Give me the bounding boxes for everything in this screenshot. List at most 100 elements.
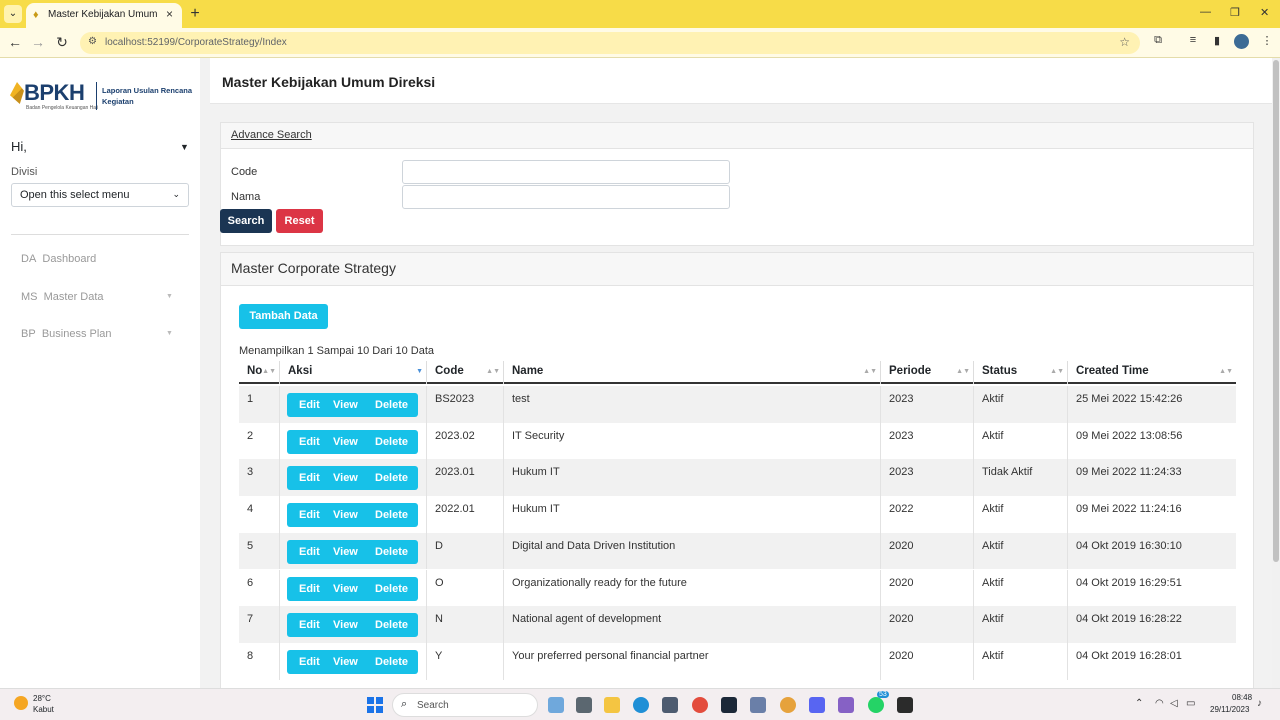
copilot-icon[interactable] xyxy=(548,697,564,713)
sort-icon: ▲▼ xyxy=(486,368,500,375)
edit-button[interactable]: Edit xyxy=(299,540,320,564)
cell-aksi: Edit View Delete xyxy=(280,459,427,497)
reset-button[interactable]: Reset xyxy=(276,209,323,233)
code-input[interactable] xyxy=(402,160,730,184)
edit-button[interactable]: Edit xyxy=(299,430,320,454)
weather-icon[interactable] xyxy=(14,696,28,710)
start-windows-icon[interactable] xyxy=(367,697,383,713)
forward-icon[interactable]: → xyxy=(30,34,46,50)
discord-icon[interactable] xyxy=(809,697,825,713)
cell-code: 2023.02 xyxy=(427,422,504,460)
cell-aksi: Edit View Delete xyxy=(280,422,427,460)
whatsapp-icon[interactable] xyxy=(868,697,884,713)
tray-overflow-icon[interactable]: ⌃ xyxy=(1135,698,1143,709)
media-icon[interactable]: ≡ xyxy=(1186,34,1200,48)
view-button[interactable]: View xyxy=(333,393,358,417)
table-row: 8 Edit View Delete Y Your preferred personal … xyxy=(239,642,1236,680)
delete-button[interactable]: Delete xyxy=(375,503,408,527)
view-button[interactable]: View xyxy=(333,540,358,564)
close-tab-icon[interactable]: × xyxy=(166,7,173,21)
column-label: Periode xyxy=(889,365,932,377)
add-data-button[interactable]: Tambah Data xyxy=(239,304,328,329)
view-button[interactable]: View xyxy=(333,650,358,674)
browser-tab[interactable]: ♦ Master Kebijakan Umum Direksi × xyxy=(26,3,182,28)
divisi-select[interactable]: Open this select menu ⌄ xyxy=(11,183,189,207)
new-tab-icon[interactable]: + xyxy=(186,6,204,22)
row-actions: Edit View Delete xyxy=(287,429,418,454)
address-bar[interactable]: ⚙ localhost:52199/CorporateStrategy/Inde… xyxy=(80,32,1140,54)
user-dropdown-caret-icon[interactable]: ▼ xyxy=(180,142,189,152)
edge-icon[interactable] xyxy=(633,697,649,713)
column-header-no[interactable]: No ▲▼ xyxy=(239,361,280,384)
edit-button[interactable]: Edit xyxy=(299,577,320,601)
delete-button[interactable]: Delete xyxy=(375,430,408,454)
extensions-icon[interactable]: ⧉ xyxy=(1151,34,1165,48)
file-explorer-icon[interactable] xyxy=(604,697,620,713)
delete-button[interactable]: Delete xyxy=(375,613,408,637)
column-header-created-time[interactable]: Created Time ▲▼ xyxy=(1068,361,1236,384)
delete-button[interactable]: Delete xyxy=(375,466,408,490)
column-header-status[interactable]: Status ▲▼ xyxy=(974,361,1068,384)
clock-date[interactable]: 29/11/2023 xyxy=(1210,705,1249,714)
view-button[interactable]: View xyxy=(333,430,358,454)
wifi-icon[interactable]: ◠ xyxy=(1155,698,1164,709)
view-button[interactable]: View xyxy=(333,577,358,601)
notification-bell-icon[interactable]: ♪ xyxy=(1257,698,1262,709)
delete-button[interactable]: Delete xyxy=(375,393,408,417)
view-button[interactable]: View xyxy=(333,503,358,527)
clock-time[interactable]: 08:48 xyxy=(1232,693,1252,702)
cell-no: 1 xyxy=(239,386,280,423)
delete-button[interactable]: Delete xyxy=(375,577,408,601)
edit-button[interactable]: Edit xyxy=(299,503,320,527)
site-info-icon[interactable]: ⚙ xyxy=(88,36,97,47)
chrome-icon[interactable] xyxy=(692,697,708,713)
column-header-code[interactable]: Code ▲▼ xyxy=(427,361,504,384)
cell-status: Tidak Aktif xyxy=(974,459,1068,497)
taskbar-search[interactable]: ⌕ Search xyxy=(392,693,538,717)
column-header-periode[interactable]: Periode ▲▼ xyxy=(881,361,974,384)
view-button[interactable]: View xyxy=(333,466,358,490)
store-icon[interactable] xyxy=(662,697,678,713)
profile-avatar[interactable] xyxy=(1234,34,1249,49)
row-actions: Edit View Delete xyxy=(287,503,418,528)
advance-search-link[interactable]: Advance Search xyxy=(231,129,312,141)
edit-button[interactable]: Edit xyxy=(299,613,320,637)
back-icon[interactable]: ← xyxy=(7,34,23,50)
edit-button[interactable]: Edit xyxy=(299,393,320,417)
edit-button[interactable]: Edit xyxy=(299,650,320,674)
cell-periode: 2020 xyxy=(881,606,974,643)
app-icon[interactable] xyxy=(750,697,766,713)
search-button[interactable]: Search xyxy=(220,209,272,233)
side-panel-icon[interactable]: ▮ xyxy=(1210,34,1224,48)
table-row: 6 Edit View Delete O Organizationally ready f… xyxy=(239,569,1236,607)
sort-icon: ▲▼ xyxy=(956,368,970,375)
delete-button[interactable]: Delete xyxy=(375,540,408,564)
bookmark-star-icon[interactable]: ☆ xyxy=(1119,35,1130,49)
visual-studio-icon[interactable] xyxy=(838,697,854,713)
column-header-aksi[interactable]: Aksi ▼ xyxy=(280,361,427,384)
reload-icon[interactable]: ↻ xyxy=(54,34,70,51)
close-window-icon[interactable]: ✕ xyxy=(1260,6,1269,19)
tab-search-icon[interactable]: ⌄ xyxy=(4,5,22,23)
logo-text: BPKH xyxy=(24,80,85,105)
volume-icon[interactable]: ◁ xyxy=(1170,698,1178,709)
menu-kebab-icon[interactable]: ⋮ xyxy=(1260,34,1274,48)
cell-status: Aktif xyxy=(974,642,1068,680)
app-icon[interactable] xyxy=(780,697,796,713)
steam-icon[interactable] xyxy=(721,697,737,713)
cell-created: 09 Mei 2022 13:08:56 xyxy=(1076,429,1183,442)
delete-button[interactable]: Delete xyxy=(375,650,408,674)
maximize-icon[interactable]: ❐ xyxy=(1230,6,1240,19)
main-content: Master Kebijakan Umum Direksi Advance Se… xyxy=(210,58,1280,692)
cell-code: Y xyxy=(427,642,504,680)
minimize-icon[interactable]: — xyxy=(1200,6,1211,18)
page-scrollbar-thumb[interactable] xyxy=(1273,60,1279,562)
edit-button[interactable]: Edit xyxy=(299,466,320,490)
view-button[interactable]: View xyxy=(333,613,358,637)
cell-code: O xyxy=(427,569,504,607)
task-view-icon[interactable] xyxy=(576,697,592,713)
column-header-name[interactable]: Name ▲▼ xyxy=(504,361,881,384)
terminal-icon[interactable] xyxy=(897,697,913,713)
battery-icon[interactable]: ▭ xyxy=(1186,698,1195,709)
nama-input[interactable] xyxy=(402,185,730,209)
